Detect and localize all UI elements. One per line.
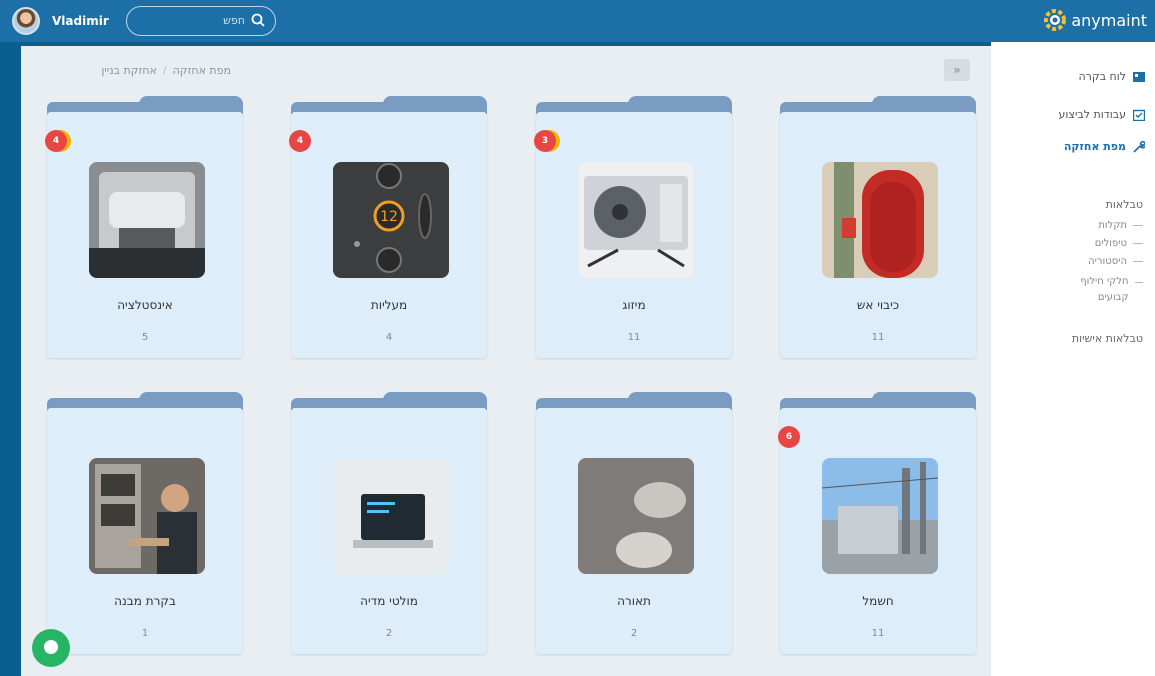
- ceiling-lights-icon: [578, 458, 694, 574]
- sidebar-table-faults[interactable]: תקלות: [1098, 220, 1143, 231]
- elevator-buttons-icon: 12: [333, 162, 449, 278]
- sidebar-my-tables[interactable]: טבלאות אישיות: [1072, 332, 1143, 345]
- sidebar-item-dashboard[interactable]: לוח בקרה: [1078, 70, 1145, 83]
- card-count: 11: [871, 628, 885, 639]
- chat-button[interactable]: [32, 629, 70, 667]
- search-placeholder: חפש: [223, 14, 245, 27]
- breadcrumb-separator: /: [162, 64, 167, 77]
- card-body: 4 אינסטלציה 5: [45, 112, 243, 358]
- table-label: טיפולים: [1094, 238, 1127, 249]
- notification-badge[interactable]: 4: [45, 130, 67, 152]
- sidebar-item-tasks[interactable]: עבודות לביצוע: [1059, 108, 1145, 121]
- breadcrumb: מפת אחזקה / אחזקת בניין: [101, 64, 231, 77]
- card-title: מעליות: [370, 298, 408, 312]
- card-count: 11: [871, 332, 885, 343]
- tree-dash: [1133, 243, 1143, 244]
- card-title: מיזוג: [622, 298, 646, 312]
- card-body: תאורה 2: [536, 408, 732, 654]
- table-label: חלקי חילוף קבועים: [1080, 276, 1129, 303]
- plumbing-icon: [89, 162, 205, 278]
- card-title: אינסטלציה: [117, 298, 173, 312]
- tree-dash: [1133, 225, 1143, 226]
- ac-unit-icon: [578, 162, 694, 278]
- notification-badge[interactable]: 6: [778, 426, 800, 448]
- card-title: בקרת מבנה: [114, 594, 176, 608]
- card-title: כיבוי אש: [856, 298, 900, 312]
- svg-text:12: 12: [380, 209, 398, 225]
- sidebar-table-spare-parts[interactable]: חלקי חילוף קבועים: [1059, 274, 1143, 306]
- building-control-icon: [89, 458, 205, 574]
- sidebar-item-maintenance-map[interactable]: מפת אחזקה: [1064, 140, 1145, 153]
- card-title: תאורה: [617, 594, 651, 608]
- avatar[interactable]: [12, 7, 40, 35]
- dashboard-icon: [1133, 71, 1145, 82]
- card-body: מולטי מדיה 2: [291, 408, 487, 654]
- gear-logo-icon: [1044, 9, 1067, 31]
- logo[interactable]: anymaint: [1042, 7, 1147, 33]
- tables-header: טבלאות: [1105, 198, 1143, 211]
- card-count: 2: [385, 628, 393, 639]
- laptop-media-icon: [333, 458, 449, 574]
- breadcrumb-item[interactable]: אחזקת בניין: [101, 64, 157, 77]
- username[interactable]: Vladimir: [52, 14, 109, 28]
- fire-door-icon: [822, 162, 938, 278]
- card-body: בקרת מבנה 1: [47, 408, 243, 654]
- collapse-button[interactable]: »: [944, 59, 970, 81]
- sidebar-item-label: לוח בקרה: [1078, 70, 1127, 83]
- tree-dash: [1134, 282, 1143, 283]
- card-title: מולטי מדיה: [360, 594, 418, 608]
- card-count: 4: [385, 332, 393, 343]
- tasks-icon: [1133, 109, 1145, 121]
- search-input[interactable]: חפש: [126, 6, 276, 36]
- card-body: 4 12 מעליות 4: [289, 112, 487, 358]
- logo-text: anymaint: [1071, 10, 1147, 30]
- card-count: 11: [627, 332, 641, 343]
- card-count: 5: [141, 332, 149, 343]
- card-title: חשמל: [862, 594, 894, 608]
- notification-badge[interactable]: 3: [534, 130, 556, 152]
- sidebar-table-treatments[interactable]: טיפולים: [1095, 238, 1143, 249]
- card-body: 3 מיזוג 11: [534, 112, 732, 358]
- card-body: כיבוי אש 11: [780, 112, 976, 358]
- sidebar-item-label: מפת אחזקה: [1063, 140, 1126, 153]
- electric-station-icon: [822, 458, 938, 574]
- tree-dash: [1133, 261, 1143, 262]
- notification-badge[interactable]: 4: [289, 130, 311, 152]
- card-body: 6 חשמל 11: [778, 408, 976, 654]
- wrench-icon: [1133, 140, 1145, 153]
- sidebar-table-history[interactable]: היסטוריה: [1088, 256, 1143, 267]
- top-bar: Vladimir חפש anymaint: [0, 0, 1155, 42]
- sidebar-item-label: עבודות לביצוע: [1058, 108, 1126, 121]
- card-count: 2: [630, 628, 638, 639]
- table-label: היסטוריה: [1088, 256, 1127, 267]
- sidebar: לוח בקרה עבודות לביצוע מפת אחזקה טבלאות …: [991, 42, 1155, 676]
- search-icon[interactable]: [250, 12, 266, 28]
- table-label: תקלות: [1098, 220, 1127, 231]
- breadcrumb-item[interactable]: מפת אחזקה: [173, 64, 231, 77]
- card-count: 1: [141, 628, 149, 639]
